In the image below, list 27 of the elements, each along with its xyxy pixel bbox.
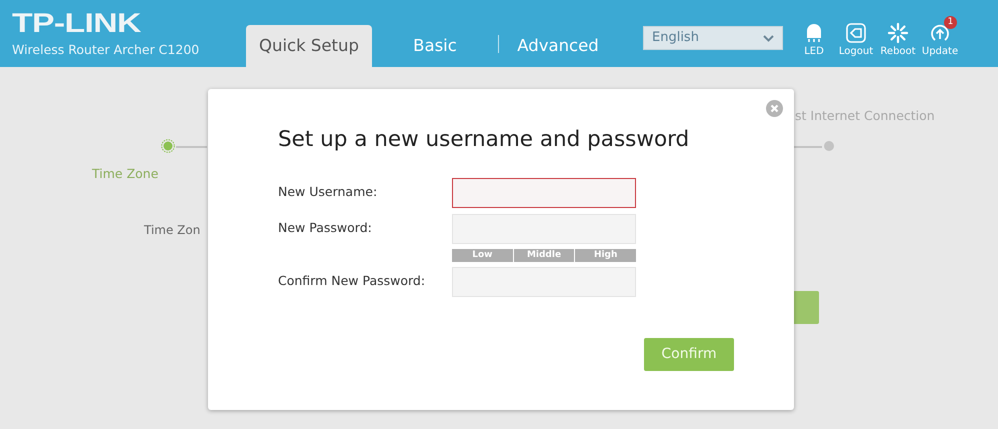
- step-label: Time Zone: [92, 165, 158, 183]
- spinner-icon: [887, 22, 909, 44]
- toolbar-button[interactable]: Logout: [834, 16, 878, 59]
- language-select[interactable]: English: [643, 26, 783, 50]
- close-icon[interactable]: [766, 100, 783, 117]
- logout-icon: [845, 22, 867, 44]
- nav-tab[interactable]: Basic: [372, 25, 498, 67]
- nav-tab[interactable]: Advanced: [499, 25, 617, 67]
- field-label: New Username:: [278, 183, 378, 202]
- field-label: Confirm New Password:: [278, 272, 426, 290]
- toolbar-button[interactable]: LED: [792, 16, 836, 59]
- dialog-title: Set up a new username and password: [278, 127, 690, 153]
- nav-tab[interactable]: Quick Setup: [246, 25, 372, 67]
- step-label: st Internet Connection: [795, 107, 935, 125]
- notification-badge: 1: [944, 16, 957, 29]
- section-label: Time Zon: [144, 222, 200, 239]
- field-label: New Password:: [278, 219, 373, 238]
- toolbar-button[interactable]: Reboot: [876, 16, 920, 59]
- input-field[interactable]: [452, 178, 636, 208]
- confirm-button[interactable]: Confirm: [644, 338, 734, 371]
- logo: TP-LINK: [12, 10, 141, 37]
- strength-segment: High: [575, 248, 636, 262]
- model-name: Wireless Router Archer C1200: [12, 40, 200, 59]
- strength-segment: Middle: [514, 248, 574, 262]
- strength-segment: Low: [452, 248, 513, 262]
- chevron-down-icon: [763, 34, 774, 42]
- toolbar-button[interactable]: Update 1: [918, 16, 962, 59]
